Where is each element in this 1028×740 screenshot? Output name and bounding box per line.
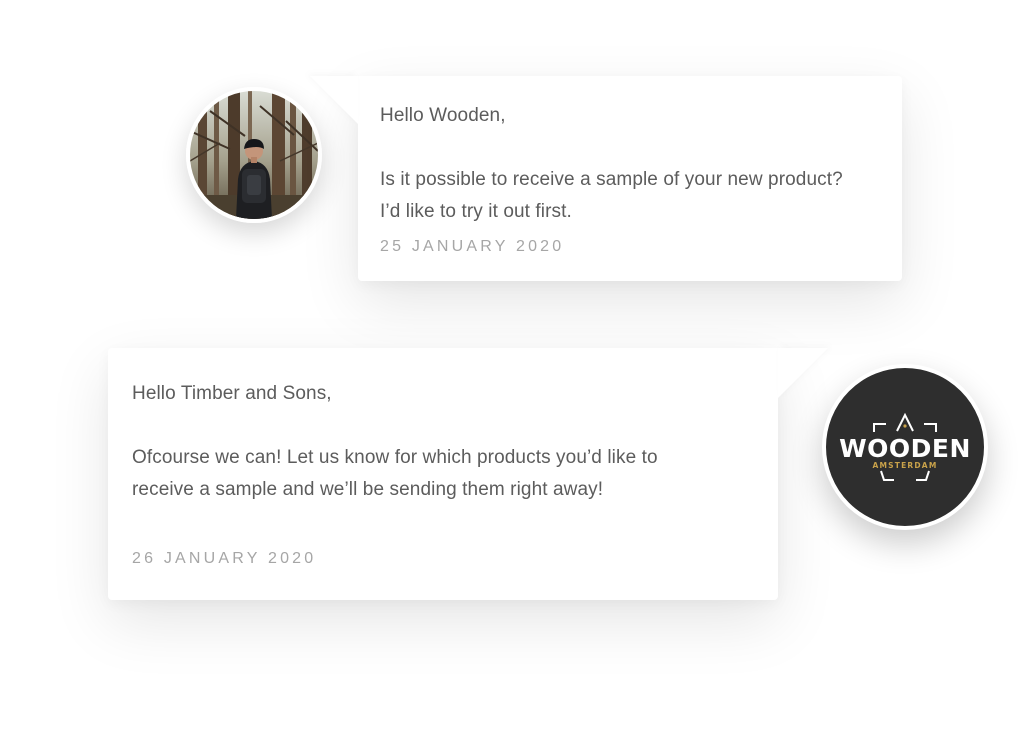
user-avatar[interactable] (186, 87, 322, 223)
message-body-line: Is it possible to receive a sample of yo… (380, 169, 843, 190)
chat-thread: Hello Wooden, Is it possible to receive … (0, 0, 1028, 740)
message-date: 25 JANUARY 2020 (380, 238, 565, 255)
message-body-line: Ofcourse we can! Let us know for which p… (132, 447, 658, 468)
brand-name: WOODEN (839, 434, 971, 463)
outgoing-message: Hello Timber and Sons, Ofcourse we can! … (108, 348, 778, 600)
message-date: 26 JANUARY 2020 (132, 550, 317, 567)
hiker-photo-icon (190, 91, 318, 219)
brand-location: AMSTERDAM (872, 461, 938, 470)
message-body: Is it possible to receive a sample of yo… (380, 164, 880, 228)
message-greeting: Hello Timber and Sons, (132, 383, 332, 404)
message-body-line: I’d like to try it out first. (380, 201, 572, 222)
message-greeting: Hello Wooden, (380, 105, 506, 126)
message-body: Ofcourse we can! Let us know for which p… (132, 442, 754, 506)
message-body-line: receive a sample and we’ll be sending th… (132, 479, 604, 500)
incoming-message: Hello Wooden, Is it possible to receive … (358, 76, 902, 281)
brand-avatar[interactable]: WOODEN AMSTERDAM (822, 364, 988, 530)
